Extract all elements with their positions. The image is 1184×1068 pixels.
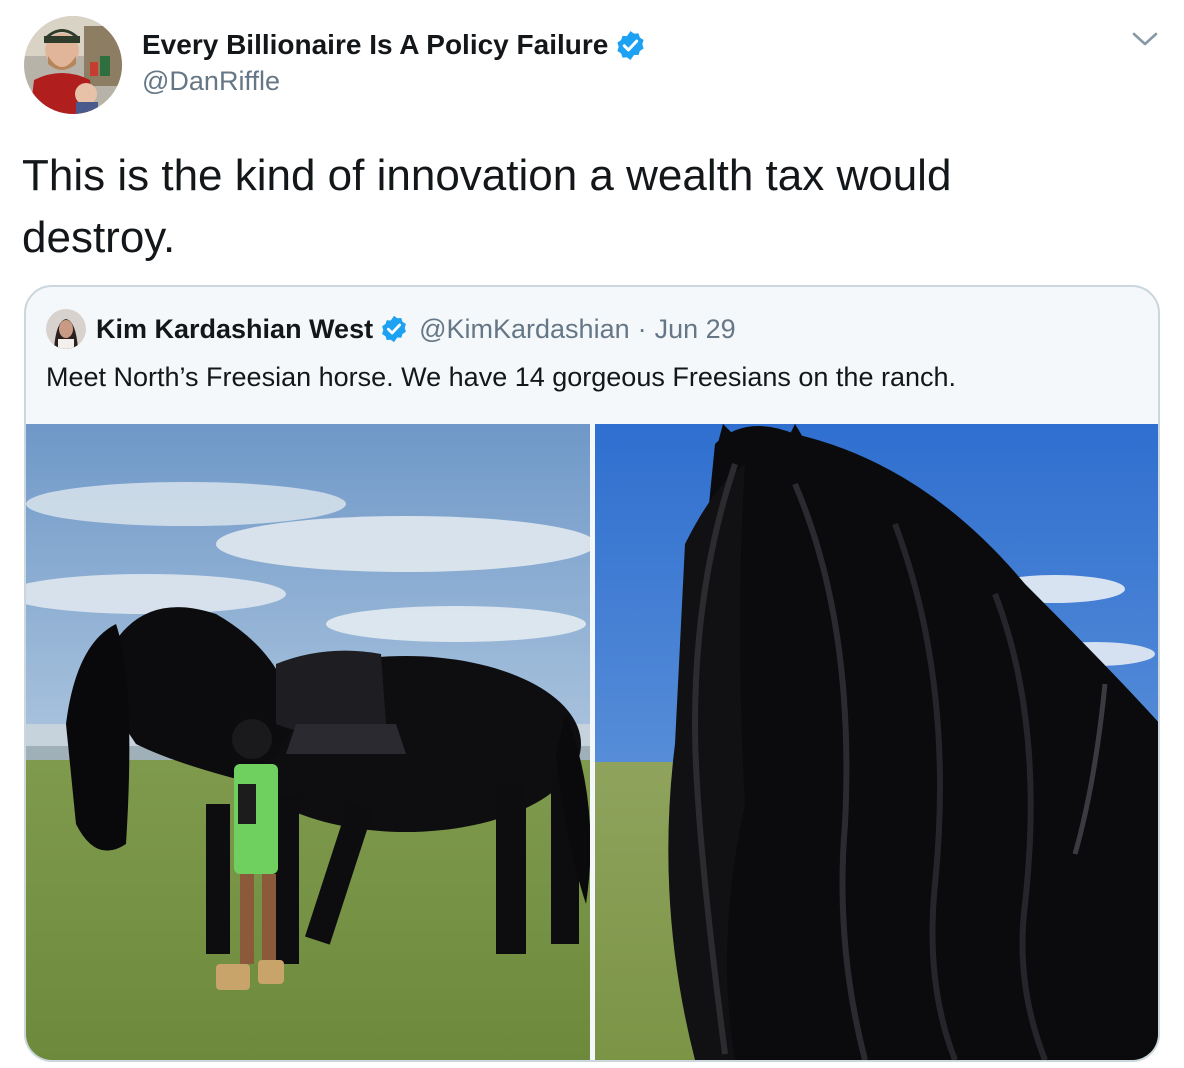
verified-badge-icon xyxy=(614,29,647,62)
author-name[interactable]: Every Billionaire Is A Policy Failure xyxy=(142,29,608,61)
tweet: Every Billionaire Is A Policy Failure @D… xyxy=(0,0,1184,1068)
author-handle[interactable]: @DanRiffle xyxy=(142,66,280,97)
quoted-media-grid xyxy=(26,424,1158,1060)
tweet-text-line-2: destroy. xyxy=(22,213,176,262)
photo-horse-mane-closeup-icon[interactable] xyxy=(595,424,1158,1060)
chevron-down-icon[interactable] xyxy=(1130,28,1160,50)
quoted-tweet-text: Meet North’s Freesian horse. We have 14 … xyxy=(46,362,956,392)
quoted-date[interactable]: Jun 29 xyxy=(655,314,736,345)
quoted-separator: · xyxy=(637,313,647,344)
author-name-row: Every Billionaire Is A Policy Failure xyxy=(142,26,647,64)
author-avatar[interactable] xyxy=(24,16,122,114)
tweet-text-line-1: This is the kind of innovation a wealth … xyxy=(22,151,952,200)
quoted-author-name[interactable]: Kim Kardashian West xyxy=(96,314,373,345)
quoted-tweet-card[interactable]: Kim Kardashian West @KimKardashian · Jun… xyxy=(24,285,1160,1062)
quoted-verified-badge-icon xyxy=(379,314,409,344)
quoted-author-avatar xyxy=(46,309,86,349)
tweet-text: This is the kind of innovation a wealth … xyxy=(22,145,1142,269)
quoted-tweet-header: Kim Kardashian West @KimKardashian · Jun… xyxy=(46,309,736,349)
photo-horse-with-child-icon[interactable] xyxy=(26,424,590,1060)
quoted-author-handle[interactable]: @KimKardashian xyxy=(419,314,630,345)
